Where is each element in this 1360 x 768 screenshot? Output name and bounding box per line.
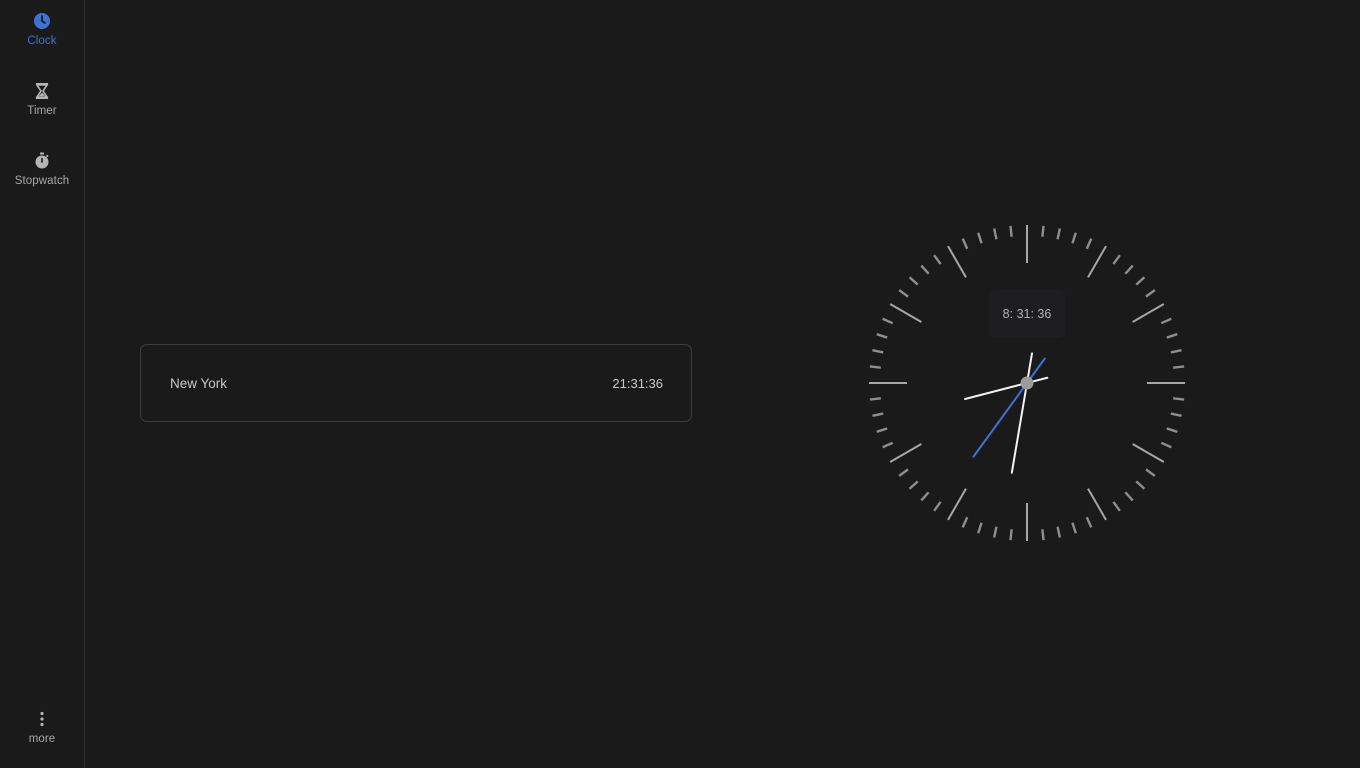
hour-hand <box>964 376 1049 401</box>
minute-tick <box>1170 348 1182 354</box>
minute-tick <box>876 333 888 339</box>
world-clock-card[interactable]: New York 21:31:36 <box>140 344 692 422</box>
minute-tick <box>1056 228 1062 240</box>
sidebar-item-label: Clock <box>27 35 57 47</box>
vertical-dots-icon <box>40 711 44 727</box>
hour-tick <box>947 245 967 278</box>
minute-tick <box>1112 254 1121 265</box>
minute-tick <box>1173 365 1185 369</box>
minute-tick <box>869 397 881 401</box>
minute-tick <box>1009 225 1013 237</box>
minute-tick <box>992 526 998 538</box>
minute-tick <box>882 441 894 449</box>
minute-tick <box>898 289 909 298</box>
minute-tick <box>920 264 930 275</box>
hour-tick <box>947 488 967 521</box>
minute-tick <box>933 254 942 265</box>
sidebar-item-clock[interactable]: Clock <box>0 0 84 64</box>
hour-tick <box>889 303 922 323</box>
hour-tick <box>889 443 922 463</box>
minute-tick <box>882 317 894 325</box>
minute-tick <box>1085 238 1093 250</box>
minute-tick <box>1124 264 1134 275</box>
analog-clock <box>869 225 1185 541</box>
minute-tick <box>898 468 909 477</box>
clock-center-pin <box>1020 376 1034 390</box>
minute-tick <box>1112 501 1121 512</box>
hour-tick <box>1132 443 1165 463</box>
stopwatch-icon <box>35 152 49 169</box>
minute-tick <box>908 480 919 490</box>
minute-tick <box>1071 232 1077 244</box>
minute-tick <box>1041 225 1045 237</box>
hour-tick <box>1087 245 1107 278</box>
minute-tick <box>1145 289 1156 298</box>
minute-tick <box>1166 427 1178 433</box>
sidebar-item-label: Stopwatch <box>14 175 70 187</box>
minute-tick <box>1071 522 1077 534</box>
minute-tick <box>1160 441 1172 449</box>
clock-page: New York 21:31:36 8: 31: 36 <box>85 0 1360 768</box>
minute-tick <box>933 501 942 512</box>
clock-icon <box>34 13 50 29</box>
minute-tick <box>1009 529 1013 541</box>
minute-tick <box>1041 529 1045 541</box>
minute-tick <box>992 228 998 240</box>
minute-tick <box>1135 276 1146 286</box>
second-hand <box>972 357 1046 458</box>
clock-app: Clock Timer Stopwatch more New York 21:3… <box>0 0 1360 768</box>
minute-tick <box>1056 526 1062 538</box>
more-label: more <box>28 733 56 745</box>
minute-tick <box>872 412 884 418</box>
sidebar-item-label: Timer <box>27 105 57 117</box>
minute-tick <box>1085 516 1093 528</box>
minute-tick <box>908 276 919 286</box>
minute-tick <box>961 238 969 250</box>
minute-tick <box>1173 397 1185 401</box>
sidebar: Clock Timer Stopwatch more <box>0 0 85 768</box>
minute-tick <box>1145 468 1156 477</box>
minute-tick <box>1124 491 1134 502</box>
hourglass-icon <box>35 83 49 99</box>
minute-tick <box>961 516 969 528</box>
minute-tick <box>876 427 888 433</box>
minute-tick <box>977 232 983 244</box>
minute-tick <box>920 491 930 502</box>
minute-tick <box>872 348 884 354</box>
minute-tick <box>1170 412 1182 418</box>
sidebar-item-stopwatch[interactable]: Stopwatch <box>0 140 84 204</box>
sidebar-item-timer[interactable]: Timer <box>0 70 84 134</box>
minute-tick <box>1166 333 1178 339</box>
city-time: 21:31:36 <box>612 376 663 391</box>
digital-time-readout: 8: 31: 36 <box>989 290 1065 338</box>
hour-tick <box>1087 488 1107 521</box>
hour-tick <box>1132 303 1165 323</box>
city-name: New York <box>170 376 228 391</box>
minute-tick <box>1135 480 1146 490</box>
minute-tick <box>977 522 983 534</box>
minute-tick <box>1160 317 1172 325</box>
more-button[interactable]: more <box>0 698 84 762</box>
minute-hand <box>1010 352 1034 474</box>
minute-tick <box>869 365 881 369</box>
